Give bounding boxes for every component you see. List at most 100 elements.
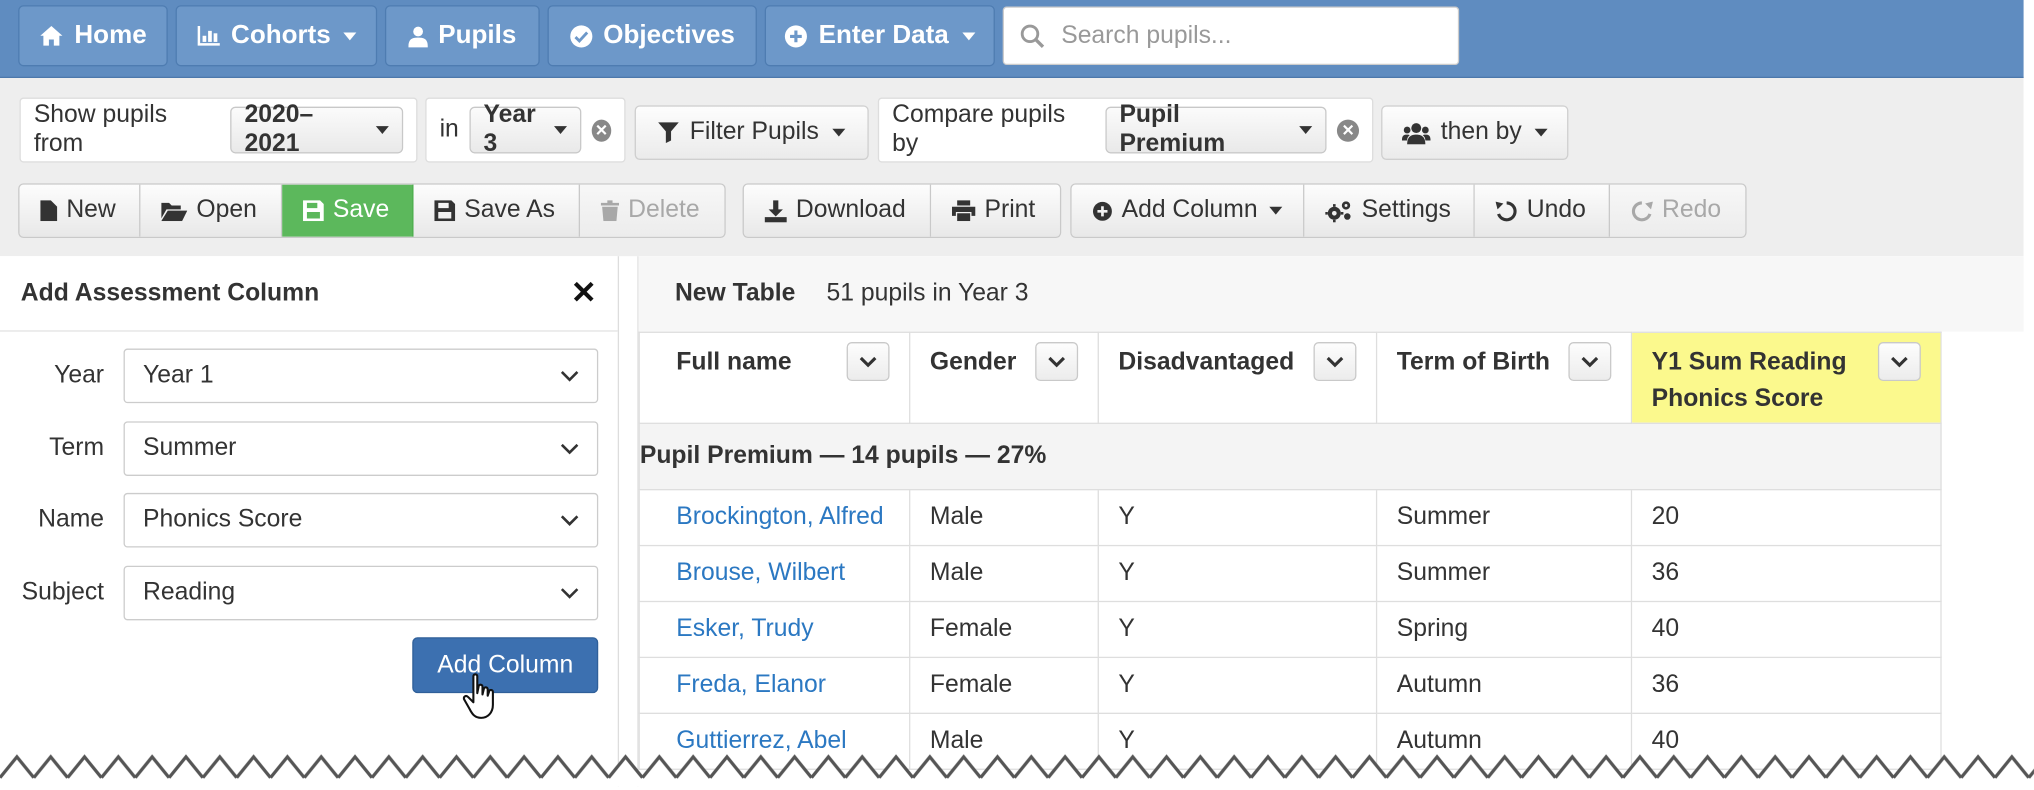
open-label: Open xyxy=(196,196,257,224)
column-label: Gender xyxy=(929,348,1017,376)
new-label: New xyxy=(66,196,116,224)
caret-down-icon xyxy=(343,31,357,40)
chevron-down-icon xyxy=(560,514,579,526)
then-by-label: then by xyxy=(1440,118,1522,146)
pupil-name-link[interactable]: Freda, Elanor xyxy=(676,671,826,698)
undo-button[interactable]: Undo xyxy=(1474,184,1611,237)
in-label: in xyxy=(439,115,459,144)
close-icon[interactable]: ✕ xyxy=(571,277,597,309)
class-dropdown[interactable]: Year 3 xyxy=(469,101,582,157)
term-of-birth-cell: Summer xyxy=(1375,488,1633,547)
column-menu-button[interactable] xyxy=(1877,342,1921,382)
nav-home-button[interactable]: Home xyxy=(18,5,168,67)
save-button[interactable]: Save xyxy=(282,184,414,237)
pupil-name-link[interactable]: Esker, Trudy xyxy=(676,615,813,642)
column-label: Y1 Sum Reading Phonics Score xyxy=(1652,345,1847,418)
year-label: Year xyxy=(54,361,105,389)
torn-edge-decoration xyxy=(0,743,2034,787)
term-label: Term xyxy=(49,434,105,462)
subject-label: Subject xyxy=(21,578,105,607)
trash-icon xyxy=(600,200,620,222)
chevron-down-icon xyxy=(560,370,579,381)
pupil-table: Full name Gender Disadvantaged Term of B… xyxy=(638,331,1942,770)
nav-enter-data-label: Enter Data xyxy=(818,20,949,50)
compare-by-dropdown[interactable]: Pupil Premium xyxy=(1105,101,1327,157)
undo-icon xyxy=(1495,200,1517,221)
chevron-down-icon xyxy=(560,443,579,454)
column-menu-button[interactable] xyxy=(1313,342,1357,382)
nav-enter-data-button[interactable]: Enter Data xyxy=(764,5,995,67)
academic-year-dropdown[interactable]: 2020–2021 xyxy=(230,101,404,157)
chevron-down-icon xyxy=(1048,356,1066,367)
subject-field-row: Subject Reading xyxy=(0,565,619,621)
column-label-line2: Phonics Score xyxy=(1651,384,1824,413)
delete-button[interactable]: Delete xyxy=(580,184,725,237)
nav-pupils-label: Pupils xyxy=(438,20,517,50)
compare-pupils-by-label: Compare pupils by xyxy=(892,101,1066,158)
column-header-disadvantaged: Disadvantaged xyxy=(1097,331,1378,424)
table-summary: 51 pupils in Year 3 xyxy=(826,279,1029,307)
add-column-button[interactable]: Add Column xyxy=(1071,184,1305,237)
nav-cohorts-button[interactable]: Cohorts xyxy=(175,5,378,67)
disadvantaged-cell: Y xyxy=(1097,488,1378,547)
column-header-phonics-score: Y1 Sum Reading Phonics Score xyxy=(1630,331,1942,424)
clear-class-icon[interactable]: ✕ xyxy=(591,118,612,142)
redo-icon xyxy=(1631,200,1653,221)
gears-icon xyxy=(1325,200,1351,222)
save-label: Save xyxy=(332,196,390,224)
class-panel: in Year 3 ✕ xyxy=(425,97,626,163)
panel-title: Add Assessment Column xyxy=(20,278,320,307)
subject-select[interactable]: Reading xyxy=(123,565,599,621)
file-icon xyxy=(40,200,58,222)
edit-button-group: Add Column Settings Undo Redo xyxy=(1070,183,1747,238)
pupil-name-link[interactable]: Brouse, Wilbert xyxy=(676,559,845,586)
plus-circle-icon xyxy=(785,24,808,47)
column-menu-button[interactable] xyxy=(846,342,890,382)
name-select-value: Phonics Score xyxy=(143,505,303,534)
term-field-row: Term Summer xyxy=(0,421,619,476)
caret-down-icon xyxy=(1534,128,1548,137)
caret-down-icon xyxy=(1299,126,1313,134)
column-menu-button[interactable] xyxy=(1035,342,1079,382)
caret-down-icon xyxy=(1269,206,1283,215)
name-field-row: Name Phonics Score xyxy=(0,492,619,548)
caret-down-icon xyxy=(961,31,975,40)
open-button[interactable]: Open xyxy=(140,184,283,237)
search-input[interactable] xyxy=(1058,20,1436,52)
table-row: Esker, Trudy Female Y Spring 40 xyxy=(638,600,1942,659)
term-of-birth-cell: Autumn xyxy=(1375,656,1633,714)
pupil-name-link[interactable]: Brockington, Alfred xyxy=(676,503,883,530)
chevron-down-icon xyxy=(560,587,579,599)
filter-pupils-button[interactable]: Filter Pupils xyxy=(634,105,869,160)
new-button[interactable]: New xyxy=(19,184,141,237)
print-button[interactable]: Print xyxy=(931,184,1060,237)
nav-objectives-button[interactable]: Objectives xyxy=(547,5,757,67)
chevron-down-icon xyxy=(1891,356,1908,367)
print-icon xyxy=(951,200,976,222)
redo-label: Redo xyxy=(1662,196,1722,224)
column-label: Disadvantaged xyxy=(1118,348,1295,376)
save-icon xyxy=(434,200,456,222)
then-by-button[interactable]: then by xyxy=(1381,105,1569,160)
download-button[interactable]: Download xyxy=(743,184,932,237)
settings-label: Settings xyxy=(1361,196,1451,224)
year-select[interactable]: Year 1 xyxy=(123,348,599,404)
add-assessment-column-panel: Add Assessment Column ✕ Year Year 1 Term… xyxy=(0,256,620,787)
save-as-button[interactable]: Save As xyxy=(413,184,581,237)
settings-button[interactable]: Settings xyxy=(1304,184,1475,237)
disadvantaged-cell: Y xyxy=(1097,656,1378,714)
redo-button[interactable]: Redo xyxy=(1610,184,1746,237)
nav-pupils-button[interactable]: Pupils xyxy=(384,5,540,67)
top-navbar: Home Cohorts Pupils Objectives Enter Dat… xyxy=(0,0,2024,79)
column-header-full-name: Full name xyxy=(638,331,911,424)
term-select[interactable]: Summer xyxy=(123,421,599,476)
add-column-submit-button[interactable]: Add Column xyxy=(412,637,599,694)
column-menu-button[interactable] xyxy=(1568,342,1612,382)
clear-compare-icon[interactable]: ✕ xyxy=(1337,118,1360,142)
table-area: New Table 51 pupils in Year 3 Full name … xyxy=(637,256,2024,787)
undo-label: Undo xyxy=(1526,196,1586,224)
delete-label: Delete xyxy=(628,196,700,224)
table-row: Brockington, Alfred Male Y Summer 20 xyxy=(638,488,1942,547)
name-select[interactable]: Phonics Score xyxy=(123,492,599,548)
column-label: Full name xyxy=(676,348,792,376)
